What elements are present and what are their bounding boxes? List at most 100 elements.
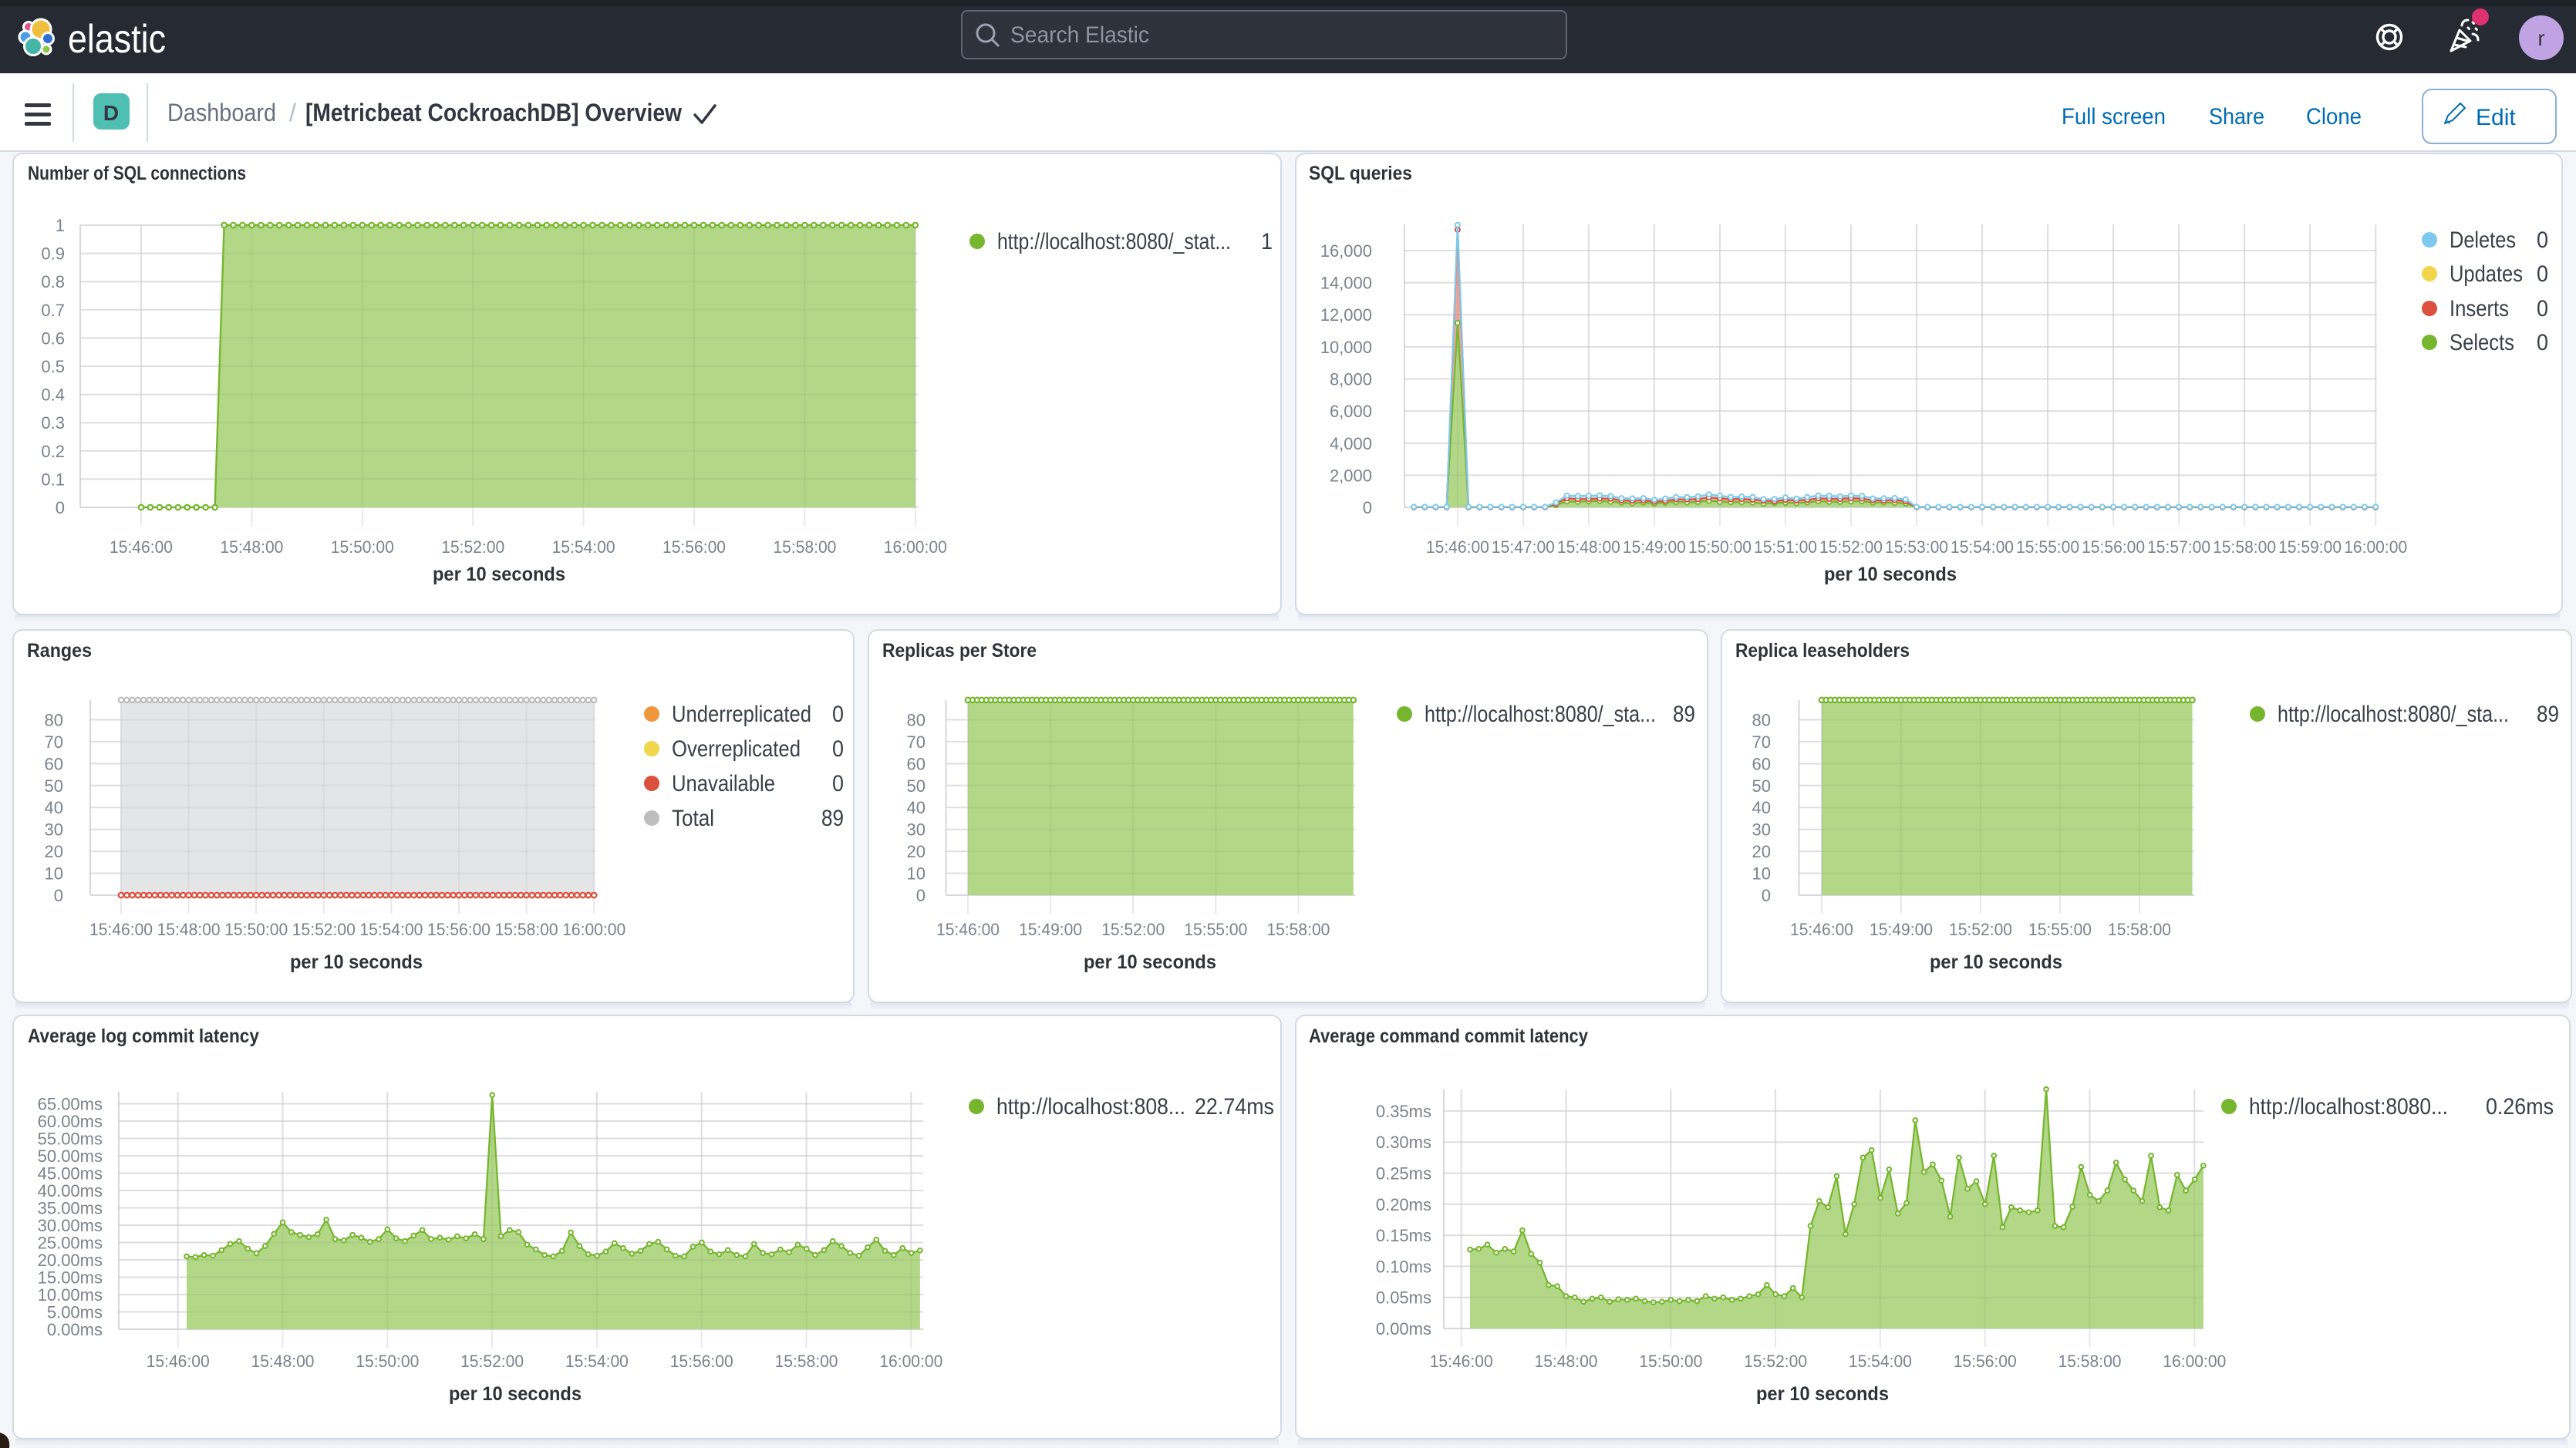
svg-text:15:52:00: 15:52:00 <box>441 537 504 557</box>
svg-text:15:48:00: 15:48:00 <box>220 537 283 557</box>
svg-text:15:46:00: 15:46:00 <box>110 537 173 557</box>
svg-text:15:49:00: 15:49:00 <box>1019 920 1082 939</box>
svg-text:15:52:00: 15:52:00 <box>460 1352 524 1371</box>
svg-text:15:46:00: 15:46:00 <box>1790 920 1853 939</box>
svg-text:14,000: 14,000 <box>1320 274 1372 293</box>
svg-text:50: 50 <box>1752 776 1771 796</box>
svg-text:per 10 seconds: per 10 seconds <box>449 1383 582 1405</box>
svg-text:16:00:00: 16:00:00 <box>879 1352 942 1371</box>
svg-text:15:54:00: 15:54:00 <box>1849 1352 1912 1371</box>
svg-text:0.00ms: 0.00ms <box>1376 1319 1431 1339</box>
svg-text:60: 60 <box>907 754 926 773</box>
svg-text:40: 40 <box>907 798 926 817</box>
svg-text:15:50:00: 15:50:00 <box>1639 1352 1702 1371</box>
svg-text:15:56:00: 15:56:00 <box>1954 1352 2017 1371</box>
svg-text:15:50:00: 15:50:00 <box>331 537 394 557</box>
svg-text:15:48:00: 15:48:00 <box>251 1352 315 1371</box>
svg-text:40: 40 <box>45 798 63 817</box>
svg-text:1: 1 <box>1261 229 1273 254</box>
svg-text:per 10 seconds: per 10 seconds <box>433 564 565 585</box>
svg-text:15:52:00: 15:52:00 <box>1101 920 1165 939</box>
svg-text:0: 0 <box>2537 330 2548 355</box>
svg-text:10: 10 <box>1752 864 1771 884</box>
svg-text:0.5: 0.5 <box>41 357 65 376</box>
svg-text:15:58:00: 15:58:00 <box>2058 1352 2122 1371</box>
svg-text:0: 0 <box>2537 227 2548 253</box>
svg-text:elastic: elastic <box>68 17 166 62</box>
svg-text:15:56:00: 15:56:00 <box>427 920 491 939</box>
svg-text:Share: Share <box>2209 104 2264 130</box>
svg-text:15:53:00: 15:53:00 <box>1885 537 1948 557</box>
svg-text:50: 50 <box>907 776 926 796</box>
svg-text:Dashboard: Dashboard <box>167 99 276 126</box>
svg-text:80: 80 <box>45 711 63 730</box>
svg-text:0: 0 <box>1762 886 1771 905</box>
svg-text:0: 0 <box>54 886 63 905</box>
svg-text:15:54:00: 15:54:00 <box>359 920 423 939</box>
svg-text:16:00:00: 16:00:00 <box>562 920 625 939</box>
svg-text:http://localhost:8080/_stat...: http://localhost:8080/_stat... <box>997 229 1231 254</box>
svg-text:2,000: 2,000 <box>1330 466 1372 485</box>
svg-text:0.20ms: 0.20ms <box>1376 1195 1431 1214</box>
svg-text:89: 89 <box>1673 702 1695 727</box>
svg-text:70: 70 <box>45 732 63 752</box>
svg-text:15:48:00: 15:48:00 <box>1557 537 1620 557</box>
svg-text:40: 40 <box>1752 798 1771 817</box>
svg-text:35.00ms: 35.00ms <box>38 1199 103 1218</box>
svg-text:22.74ms: 22.74ms <box>1195 1094 1274 1120</box>
svg-text:16:00:00: 16:00:00 <box>2163 1352 2226 1371</box>
svg-text:0.00ms: 0.00ms <box>47 1320 103 1339</box>
svg-text:per 10 seconds: per 10 seconds <box>290 951 423 973</box>
svg-text:50.00ms: 50.00ms <box>38 1147 103 1166</box>
svg-text:10: 10 <box>45 864 63 884</box>
svg-text:15:55:00: 15:55:00 <box>2016 537 2079 557</box>
svg-text:15:58:00: 15:58:00 <box>1266 920 1330 939</box>
svg-text:0.15ms: 0.15ms <box>1376 1226 1431 1245</box>
svg-text:15:49:00: 15:49:00 <box>1870 920 1933 939</box>
svg-text:16:00:00: 16:00:00 <box>884 537 947 557</box>
svg-text:15:56:00: 15:56:00 <box>2082 537 2145 557</box>
svg-text:15:51:00: 15:51:00 <box>1754 537 1817 557</box>
svg-text:16,000: 16,000 <box>1320 241 1372 261</box>
svg-text:SQL queries: SQL queries <box>1309 163 1412 184</box>
svg-text:15:46:00: 15:46:00 <box>1426 537 1489 557</box>
svg-text:15:56:00: 15:56:00 <box>670 1352 733 1371</box>
svg-text:Underreplicated: Underreplicated <box>672 702 811 727</box>
svg-text:0: 0 <box>56 498 65 517</box>
svg-text:http://localhost:8080...: http://localhost:8080... <box>2249 1094 2448 1120</box>
svg-text:1: 1 <box>56 216 65 235</box>
svg-text:15:59:00: 15:59:00 <box>2278 537 2342 557</box>
svg-text:Overreplicated: Overreplicated <box>672 736 801 762</box>
svg-text:15.00ms: 15.00ms <box>38 1268 103 1288</box>
svg-text:15:46:00: 15:46:00 <box>1430 1352 1493 1371</box>
svg-text:per 10 seconds: per 10 seconds <box>1824 564 1957 585</box>
svg-text:30.00ms: 30.00ms <box>38 1216 103 1235</box>
svg-text:20: 20 <box>45 842 63 861</box>
svg-text:Edit: Edit <box>2476 105 2516 130</box>
svg-text:4,000: 4,000 <box>1330 434 1372 453</box>
svg-text:15:58:00: 15:58:00 <box>2213 537 2276 557</box>
svg-text:per 10 seconds: per 10 seconds <box>1084 951 1216 973</box>
svg-text:0.8: 0.8 <box>41 272 65 291</box>
svg-text:0: 0 <box>2537 261 2548 287</box>
svg-text:15:52:00: 15:52:00 <box>292 920 356 939</box>
svg-text:15:49:00: 15:49:00 <box>1623 537 1686 557</box>
svg-text:0.26ms: 0.26ms <box>2486 1094 2554 1120</box>
svg-text:0.9: 0.9 <box>41 244 65 264</box>
svg-text:Average command commit latency: Average command commit latency <box>1309 1025 1588 1047</box>
svg-text:30: 30 <box>45 820 63 840</box>
svg-text:per 10 seconds: per 10 seconds <box>1756 1383 1889 1405</box>
svg-text:0: 0 <box>832 771 844 796</box>
svg-text:0.4: 0.4 <box>41 386 65 405</box>
svg-text:0: 0 <box>2537 296 2548 322</box>
svg-text:80: 80 <box>1752 711 1771 730</box>
svg-text:0: 0 <box>832 736 844 762</box>
svg-text:15:52:00: 15:52:00 <box>1819 537 1883 557</box>
svg-text:15:48:00: 15:48:00 <box>1535 1352 1598 1371</box>
svg-text:Number of SQL connections: Number of SQL connections <box>28 163 246 184</box>
svg-text:Replica leaseholders: Replica leaseholders <box>1735 640 1910 662</box>
svg-text:65.00ms: 65.00ms <box>38 1095 103 1114</box>
svg-text:r: r <box>2537 26 2544 50</box>
svg-text:15:50:00: 15:50:00 <box>1688 537 1752 557</box>
svg-text:30: 30 <box>907 820 926 840</box>
